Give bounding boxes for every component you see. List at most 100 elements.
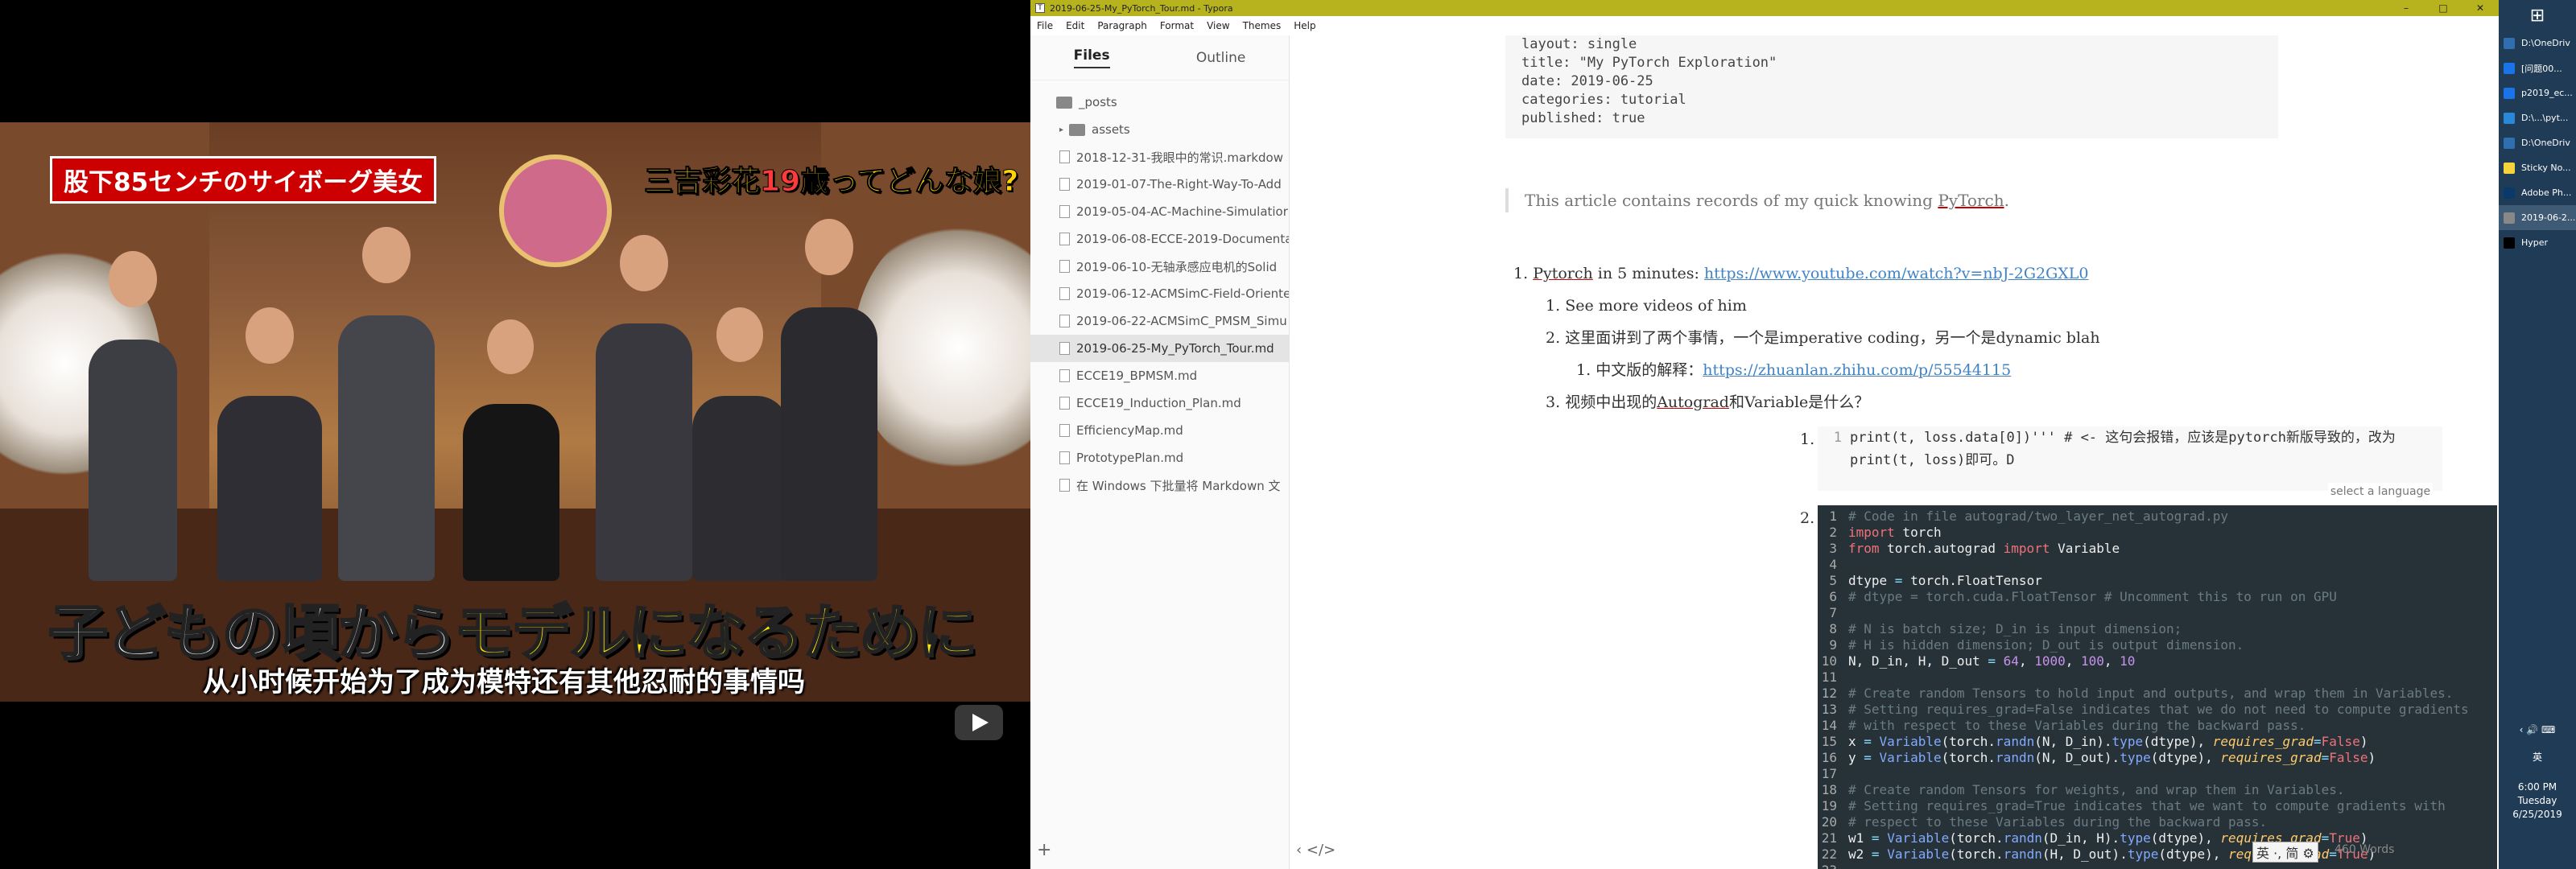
tree-file[interactable]: 2018-12-31-我眼中的常识.markdow [1030,143,1289,171]
tab-files[interactable]: Files [1073,47,1110,68]
list-number: 1. [1546,297,1561,315]
play-icon[interactable] [955,705,1003,740]
tree-file[interactable]: 2019-01-07-The-Right-Way-To-Add [1030,171,1289,198]
tree-item-label: ECCE19_Induction_Plan.md [1076,396,1241,410]
taskbar-app[interactable]: Hyper [2499,230,2576,255]
caption-top-right: 三吉彩花19歳ってどんな娘? [643,158,1018,200]
tab-outline[interactable]: Outline [1196,50,1246,66]
tree-file[interactable]: 2019-06-22-ACMSimC_PMSM_Simu [1030,307,1289,335]
menu-edit[interactable]: Edit [1059,20,1091,31]
list-item[interactable]: 1. Pytorch in 5 minutes: https://www.you… [1513,262,2089,285]
taskbar-app[interactable]: 2019-06-2... [2499,205,2576,230]
taskbar-app[interactable]: D:\...\pyt... [2499,105,2576,130]
tree-file[interactable]: PrototypePlan.md [1030,444,1289,472]
menu-format[interactable]: Format [1154,20,1200,31]
tree-file[interactable]: EfficiencyMap.md [1030,417,1289,444]
code-token: (dtype), [2150,750,2221,765]
video-player[interactable]: 股下85センチのサイボーグ美女 三吉彩花19歳ってどんな娘? 子どもの頃からモデ… [0,0,1030,869]
list-item[interactable]: 1. See more videos of him [1546,294,1747,317]
tree-folder[interactable]: ▸ assets [1030,116,1289,143]
tree-file[interactable]: 2019-06-12-ACMSimC-Field-Oriente [1030,280,1289,307]
menu-file[interactable]: File [1030,20,1059,31]
list-item[interactable]: 3. 视频中出现的Autograd和Variable是什么？ [1546,391,1869,414]
list-item[interactable]: 1. 中文版的解释：https://zhuanlan.zhihu.com/p/5… [1576,359,2011,381]
tree-file[interactable]: 在 Windows 下批量将 Markdown 文 [1030,472,1289,499]
code-line: 10 N, D_in, H, D_out = 64, 1000, 100, 10 [1818,653,2497,669]
tray-icons[interactable]: ‹ 🔊 ⌨ [2499,724,2576,735]
file-icon [1059,233,1070,245]
scene-person [217,396,322,581]
code-line: 6 # dtype = torch.cuda.FloatTensor # Unco… [1818,589,2497,605]
code-token: type [2112,734,2144,749]
tree-file[interactable]: ECCE19_Induction_Plan.md [1030,389,1289,417]
youtube-link[interactable]: https://www.youtube.com/watch?v=nbJ-2G2G… [1704,265,2089,282]
code-block-autograd[interactable]: 1 # Code in file autograd/two_layer_net_a… [1818,505,2497,869]
taskbar-app[interactable]: Sticky No... [2499,155,2576,180]
code-token: (torch. [1941,750,1996,765]
line-number: 2 [1829,525,1837,540]
code-token: = [2321,750,2330,765]
tree-file[interactable]: 2019-06-10-无轴承感应电机的Solid [1030,253,1289,280]
front-matter-line: published: true [1521,110,1645,126]
tree-file[interactable]: 2019-06-25-My_PyTorch_Tour.md [1030,335,1289,362]
ime-indicator[interactable]: 英 ·, 简 ⚙ [2252,842,2318,863]
tree-folder[interactable]: _posts [1030,89,1289,116]
windows-start-icon[interactable]: ⊞ [2499,0,2576,31]
code-block-print[interactable]: 1 print(t, loss.data[0])''' # <- 这句会报错，应… [1818,426,2442,491]
front-matter-block[interactable]: layout: single title: "My PyTorch Explora… [1505,35,2278,138]
tree-file[interactable]: 2019-06-08-ECCE-2019-Documenta [1030,225,1289,253]
app-icon [2504,62,2515,74]
file-icon [1059,397,1070,410]
add-file-button[interactable]: + [1030,834,1290,869]
quote-text: This article contains records of my quic… [1525,191,1938,210]
taskbar-app[interactable]: Adobe Ph... [2499,180,2576,205]
clock[interactable]: 6:00 PM Tuesday 6/25/2019 [2499,780,2576,822]
code-token: import [1848,525,1895,540]
code-token: Variable [1879,734,1942,749]
code-text: # N is batch size; D_in is input dimensi… [1848,621,2182,636]
title-bar[interactable]: T 2019-06-25-My_PyTorch_Tour.md - Typora… [1030,0,2499,16]
menu-view[interactable]: View [1200,20,1236,31]
app-icon [2504,162,2515,174]
maximize-button[interactable]: □ [2425,0,2462,16]
tree-file[interactable]: ECCE19_BPMSM.md [1030,362,1289,389]
scene-person-head [362,227,411,283]
editor[interactable]: layout: single title: "My PyTorch Explora… [1290,35,2499,869]
tree-item-label: 2019-06-12-ACMSimC-Field-Oriente [1076,286,1289,301]
language-selector[interactable]: select a language [2328,483,2433,500]
ime-icon[interactable]: 英 [2499,750,2576,764]
code-token: (N, D_in). [2034,734,2112,749]
blockquote[interactable]: This article contains records of my quic… [1505,188,2009,212]
line-number: 3 [1829,541,1837,556]
minimize-button[interactable]: – [2388,0,2425,16]
tree-file[interactable]: 2019-05-04-AC-Machine-Simulatior [1030,198,1289,225]
source-mode-toggle[interactable]: ‹ </> [1296,842,1335,859]
tree-item-label: _posts [1079,95,1117,109]
close-button[interactable]: ✕ [2462,0,2499,16]
line-number: 8 [1829,621,1837,636]
line-number: 1 [1833,430,1842,446]
code-line: 4 [1818,557,2497,573]
file-icon [1059,479,1070,492]
system-tray[interactable]: ‹ 🔊 ⌨ 英 [2499,724,2576,764]
menu-help[interactable]: Help [1287,20,1322,31]
code-token: randn [1996,750,2035,765]
typora-window: T 2019-06-25-My_PyTorch_Tour.md - Typora… [1030,0,2499,869]
word-count[interactable]: 460 Words [2334,843,2394,856]
taskbar-app-label: Adobe Ph... [2521,187,2572,198]
zhihu-link[interactable]: https://zhuanlan.zhihu.com/p/55544115 [1703,361,2011,379]
menu-paragraph[interactable]: Paragraph [1091,20,1153,31]
video-frame[interactable]: 股下85センチのサイボーグ美女 三吉彩花19歳ってどんな娘? 子どもの頃からモデ… [0,122,1030,702]
code-token: dtype [1848,573,1895,588]
menu-themes[interactable]: Themes [1236,20,1288,31]
tree-item-label: 2019-01-07-The-Right-Way-To-Add [1076,177,1282,192]
taskbar-app[interactable]: D:\OneDriv [2499,31,2576,56]
taskbar-app[interactable]: p2019_ec... [2499,80,2576,105]
scene-person-head [109,251,157,307]
code-line: 9 # H is hidden dimension; D_out is outpu… [1818,637,2497,653]
code-line: 12 # Create random Tensors to hold input … [1818,686,2497,702]
chevron-right-icon[interactable]: ▸ [1059,126,1069,134]
taskbar-app[interactable]: D:\OneDriv [2499,130,2576,155]
list-item[interactable]: 2. 这里面讲到了两个事情，一个是imperative coding，另一个是d… [1546,327,2100,349]
taskbar-app[interactable]: [问题00... [2499,56,2576,80]
